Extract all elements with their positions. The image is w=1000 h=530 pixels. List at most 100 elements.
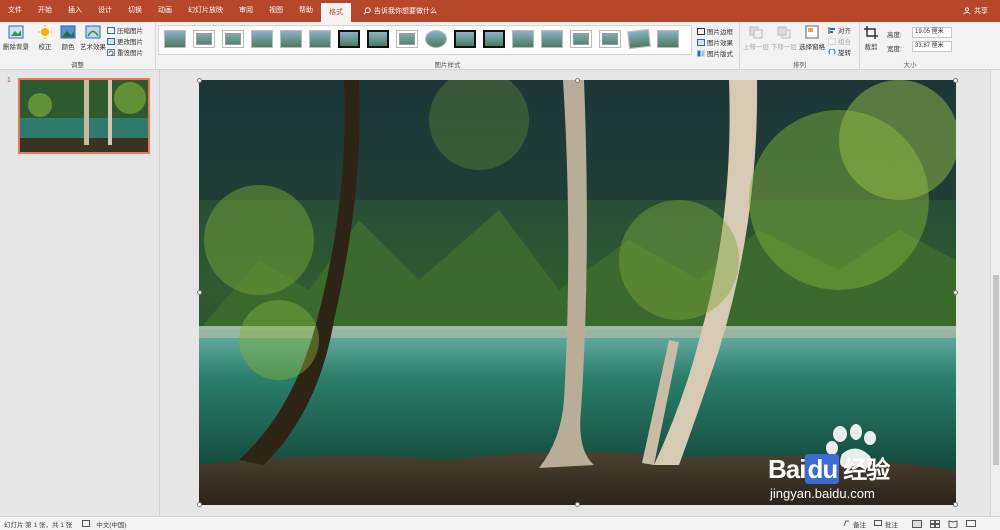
slideshow-icon[interactable]	[966, 519, 976, 528]
artistic-effects-label: 艺术效果	[80, 44, 106, 51]
resize-handle-sw[interactable]	[197, 502, 202, 507]
style-thumb-14[interactable]	[541, 30, 563, 48]
crop-button[interactable]: 裁剪	[863, 25, 879, 51]
tab-format[interactable]: 格式	[321, 3, 351, 22]
style-thumb-13[interactable]	[512, 30, 534, 48]
style-thumb-16[interactable]	[599, 30, 621, 48]
ribbon-tab-bar: 文件 开始 插入 设计 切换 动画 幻灯片放映 审阅 视图 帮助 格式 告诉我你…	[0, 0, 1000, 22]
tab-help[interactable]: 帮助	[291, 0, 321, 22]
tell-me-text: 告诉我你想要做什么	[374, 8, 437, 15]
selection-pane-button[interactable]: 选择窗格	[799, 25, 825, 51]
tab-view[interactable]: 视图	[261, 0, 291, 22]
watermark-logo: Baidu 经验	[768, 450, 890, 485]
slide-number: 1	[7, 77, 11, 84]
artistic-effects-button[interactable]: 艺术效果	[80, 25, 106, 51]
selection-pane-label: 选择窗格	[799, 44, 825, 51]
style-thumb-4[interactable]	[251, 30, 273, 48]
tab-insert[interactable]: 插入	[60, 0, 90, 22]
style-thumb-15[interactable]	[570, 30, 592, 48]
picture-styles-gallery[interactable]	[158, 25, 692, 55]
style-thumb-2[interactable]	[193, 30, 215, 48]
crop-icon	[864, 26, 878, 39]
arrange-group: 上移一层 下移一层 选择窗格 对齐 组合 旋转 排列	[740, 22, 860, 70]
align-icon	[828, 26, 835, 34]
style-thumb-18[interactable]	[657, 30, 679, 48]
style-thumb-9[interactable]	[396, 30, 418, 48]
resize-handle-w[interactable]	[197, 290, 202, 295]
bring-forward-button[interactable]: 上移一层	[743, 25, 769, 51]
style-thumb-17[interactable]	[627, 28, 651, 50]
comments-button[interactable]: 批注	[874, 519, 898, 529]
watermark-brand2: du	[805, 454, 840, 484]
normal-view-icon[interactable]	[912, 519, 922, 528]
style-thumb-7[interactable]	[338, 30, 360, 48]
picture-border-button[interactable]: 图片边框	[697, 26, 733, 36]
rotate-button[interactable]: 旋转	[828, 47, 851, 57]
picture-layout-button[interactable]: 图片版式	[697, 48, 733, 58]
spell-check-icon[interactable]	[82, 520, 91, 527]
artistic-effects-icon	[85, 25, 101, 39]
picture-border-label: 图片边框	[707, 29, 733, 36]
tab-review[interactable]: 审阅	[231, 0, 261, 22]
color-label: 颜色	[61, 44, 75, 51]
remove-background-icon	[8, 25, 24, 39]
search-icon	[363, 7, 371, 15]
sun-icon	[38, 25, 52, 39]
style-thumb-1[interactable]	[164, 30, 186, 48]
resize-handle-n[interactable]	[575, 78, 580, 83]
language-status[interactable]: 中文(中国)	[96, 519, 126, 529]
send-backward-button[interactable]: 下移一层	[771, 25, 797, 51]
person-icon	[963, 7, 971, 15]
style-thumb-11[interactable]	[454, 30, 476, 48]
adjust-group-label: 调整	[71, 62, 84, 69]
rotate-icon	[828, 48, 836, 54]
picture-effects-label: 图片效果	[707, 40, 733, 47]
scrollbar-thumb[interactable]	[993, 275, 999, 465]
tab-file[interactable]: 文件	[0, 0, 30, 22]
size-group: 裁剪 高度: 19.05 厘米 宽度: 33.87 厘米 大小	[860, 22, 960, 70]
style-thumb-8[interactable]	[367, 30, 389, 48]
tab-design[interactable]: 设计	[90, 0, 120, 22]
resize-handle-s[interactable]	[575, 502, 580, 507]
remove-background-button[interactable]: 删除背景	[3, 25, 29, 51]
tab-slideshow[interactable]: 幻灯片放映	[180, 0, 231, 22]
corrections-label: 校正	[38, 44, 52, 51]
align-button[interactable]: 对齐	[828, 25, 851, 35]
tab-home[interactable]: 开始	[30, 0, 60, 22]
change-picture-button[interactable]: 更改图片	[107, 36, 143, 46]
tab-transitions[interactable]: 切换	[120, 0, 150, 22]
picture-layout-icon	[697, 50, 705, 56]
slide-sorter-icon[interactable]	[930, 519, 940, 528]
watermark-brand: Bai	[768, 454, 806, 484]
reading-view-icon[interactable]	[948, 519, 958, 528]
notes-button[interactable]: 备注	[843, 519, 866, 529]
style-thumb-6[interactable]	[309, 30, 331, 48]
resize-handle-e[interactable]	[953, 290, 958, 295]
height-input[interactable]: 19.05 厘米	[912, 27, 952, 38]
group-button[interactable]: 组合	[828, 36, 851, 46]
width-input[interactable]: 33.87 厘米	[912, 41, 952, 52]
picture-effects-button[interactable]: 图片效果	[697, 37, 733, 47]
rotate-label: 旋转	[838, 50, 851, 57]
change-picture-label: 更改图片	[117, 39, 143, 46]
share-button[interactable]: 共享	[963, 0, 1000, 22]
reset-picture-button[interactable]: 重设图片	[107, 47, 143, 57]
resize-handle-ne[interactable]	[953, 78, 958, 83]
color-button[interactable]: 颜色	[60, 25, 76, 51]
picture-color-icon	[60, 25, 76, 39]
style-thumb-5[interactable]	[280, 30, 302, 48]
style-thumb-10[interactable]	[425, 30, 447, 48]
send-backward-label: 下移一层	[771, 44, 797, 51]
corrections-button[interactable]: 校正	[37, 25, 53, 51]
resize-handle-nw[interactable]	[197, 78, 202, 83]
style-thumb-3[interactable]	[222, 30, 244, 48]
tell-me-search[interactable]: 告诉我你想要做什么	[363, 0, 437, 22]
adjust-group: 删除背景 校正 颜色 艺术效果 压缩图片 更改图片 重设图片 调整	[0, 22, 156, 70]
slide-thumbnail[interactable]	[18, 78, 150, 154]
compress-pictures-button[interactable]: 压缩图片	[107, 25, 143, 35]
style-thumb-12[interactable]	[483, 30, 505, 48]
compress-pictures-label: 压缩图片	[117, 28, 143, 35]
tab-animations[interactable]: 动画	[150, 0, 180, 22]
vertical-scrollbar[interactable]	[990, 70, 1000, 516]
resize-handle-se[interactable]	[953, 502, 958, 507]
